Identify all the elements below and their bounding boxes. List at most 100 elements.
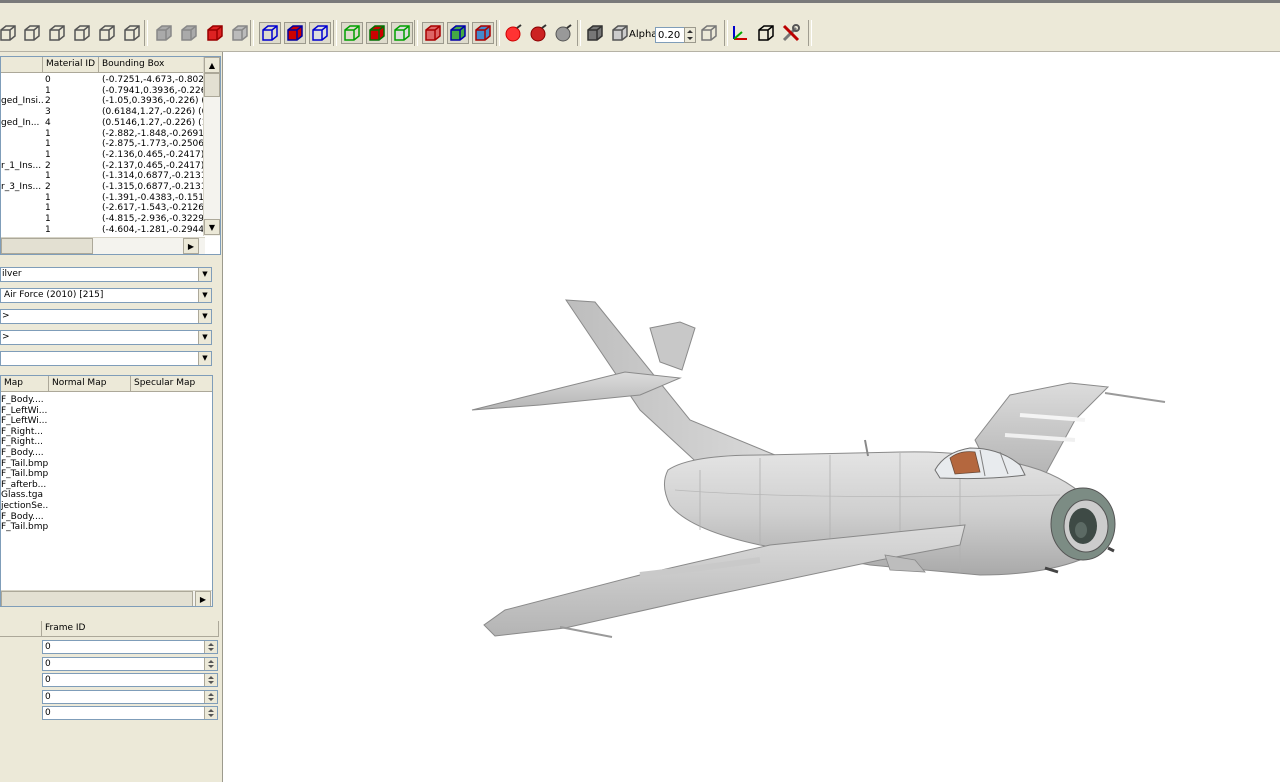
dark-cube-icon[interactable] bbox=[584, 22, 606, 44]
scroll-thumb[interactable] bbox=[204, 73, 220, 97]
frame-header-frame-id[interactable]: Frame ID bbox=[42, 621, 219, 637]
table-row[interactable]: r_3_Ins... 2 (-1.315,0.6877,-0.2131) bbox=[1, 182, 204, 193]
texture-map-cell[interactable]: F_Tail.bmp bbox=[1, 522, 49, 533]
table-row[interactable]: 1 (-4.604,-1.281,-0.2944) bbox=[1, 225, 204, 236]
table-row[interactable]: 1 (-2.617,-1.543,-0.2126) bbox=[1, 203, 204, 214]
view-cube-icon[interactable] bbox=[0, 22, 19, 44]
green-wireframe-cube-icon[interactable] bbox=[341, 22, 363, 44]
blue-outline-cube-icon[interactable] bbox=[309, 22, 331, 44]
combo-skin[interactable]: ilver ▼ bbox=[0, 267, 212, 282]
texture-shape-icon[interactable] bbox=[422, 22, 444, 44]
combo-livery[interactable]: Air Force (2010) [215] ▼ bbox=[0, 288, 212, 303]
table-row[interactable]: 1 (-2.875,-1.773,-0.2506) bbox=[1, 139, 204, 150]
view-cube-icon[interactable] bbox=[96, 22, 118, 44]
colored-cube-icon[interactable] bbox=[472, 22, 494, 44]
texture-map-cell[interactable]: F_Body.... bbox=[1, 512, 49, 523]
material-id: 2 bbox=[45, 182, 51, 192]
scroll-down-button[interactable]: ▼ bbox=[204, 219, 220, 235]
view-cube-icon[interactable] bbox=[46, 22, 68, 44]
hscroll-thumb[interactable] bbox=[1, 238, 93, 254]
texture-map-cell[interactable]: Glass.tga bbox=[1, 490, 49, 501]
texture-header-map[interactable]: Map bbox=[1, 376, 49, 392]
table-row[interactable]: ged_Insi... 2 (-1.05,0.3936,-0.226) (- bbox=[1, 96, 204, 107]
transparent-cube-icon[interactable] bbox=[698, 22, 720, 44]
texture-header-specular-map[interactable]: Specular Map bbox=[131, 376, 212, 392]
frame-id-spinner[interactable] bbox=[204, 707, 217, 720]
scroll-right-button[interactable]: ▶ bbox=[183, 238, 199, 254]
texture-header-normal-map[interactable]: Normal Map bbox=[49, 376, 131, 392]
scroll-up-button[interactable]: ▲ bbox=[204, 57, 220, 73]
table-row[interactable]: r_1_Ins... 2 (-2.137,0.465,-0.2417) ( bbox=[1, 161, 204, 172]
alpha-spinner[interactable] bbox=[684, 27, 696, 43]
table-row[interactable]: 1 (-2.882,-1.848,-0.2691) bbox=[1, 129, 204, 140]
texture-map-cell[interactable]: F_Right... bbox=[1, 437, 49, 448]
frame-id-spinner[interactable] bbox=[204, 641, 217, 653]
view-cube-icon[interactable] bbox=[71, 22, 93, 44]
hscroll-thumb[interactable] bbox=[1, 591, 193, 606]
frame-id-spinner[interactable] bbox=[204, 690, 217, 703]
blue-wireframe-cube-icon[interactable] bbox=[259, 22, 281, 44]
blue-solid-cube-icon[interactable] bbox=[284, 22, 306, 44]
view-cube-icon[interactable] bbox=[121, 22, 143, 44]
texture-map-cell[interactable]: F_Tail.bmp bbox=[1, 469, 49, 480]
texture-map-cell[interactable]: jectionSe... bbox=[1, 501, 49, 512]
box-outline-icon[interactable] bbox=[755, 22, 777, 44]
table-row[interactable]: 0 (-0.7251,-4.673,-0.8025 bbox=[1, 75, 204, 86]
view-cube-icon[interactable] bbox=[21, 22, 43, 44]
dropdown-arrow-icon[interactable]: ▼ bbox=[198, 310, 211, 323]
frame-id-spinner[interactable] bbox=[204, 657, 217, 670]
table-row[interactable]: 1 (-1.391,-0.4383,-0.1515 bbox=[1, 193, 204, 204]
3d-viewport[interactable] bbox=[224, 52, 1280, 782]
combo-option-5[interactable]: ▼ bbox=[0, 351, 212, 366]
frame-id-input[interactable]: 0 bbox=[42, 640, 218, 654]
texture-map-cell[interactable]: F_LeftWi... bbox=[1, 416, 49, 427]
frame-id-input[interactable]: 0 bbox=[42, 673, 218, 688]
texture-map-cell[interactable]: F_Tail.bmp bbox=[1, 459, 49, 470]
mesh-table-vscrollbar[interactable]: ▲ ▼ bbox=[203, 57, 220, 236]
table-row[interactable]: ged_In... 4 (0.5146,1.27,-0.226) (1. bbox=[1, 118, 204, 129]
frame-id-input[interactable]: 0 bbox=[42, 689, 218, 704]
texture-map-cell[interactable]: F_LeftWi... bbox=[1, 406, 49, 417]
red-target-icon[interactable] bbox=[503, 22, 525, 44]
texture-map-cell[interactable]: F_afterb... bbox=[1, 480, 49, 491]
solid-grey-cube-icon[interactable] bbox=[178, 22, 200, 44]
texture-map-cell[interactable]: F_Body.... bbox=[1, 395, 49, 406]
solid-grey-cube-icon[interactable] bbox=[153, 22, 175, 44]
mesh-table-header-name[interactable] bbox=[1, 57, 43, 73]
colored-box-icon[interactable] bbox=[447, 22, 469, 44]
mesh-table-header-bounding-box[interactable]: Bounding Box bbox=[99, 57, 204, 73]
bomb-icon[interactable] bbox=[528, 22, 550, 44]
table-row[interactable]: 1 (-1.314,0.6877,-0.2131) bbox=[1, 171, 204, 182]
red-cube-icon[interactable] bbox=[204, 22, 226, 44]
frame-id-input[interactable]: 0 bbox=[42, 656, 218, 671]
mesh-table-header-material-id[interactable]: Material ID bbox=[43, 57, 99, 73]
scroll-right-button[interactable]: ▶ bbox=[195, 591, 211, 606]
dropdown-arrow-icon[interactable]: ▼ bbox=[198, 268, 211, 281]
dropdown-arrow-icon[interactable]: ▼ bbox=[198, 289, 211, 302]
bomb-grey-icon[interactable] bbox=[553, 22, 575, 44]
frame-id-spinner[interactable] bbox=[204, 674, 217, 687]
texture-map-cell[interactable]: F_Body.... bbox=[1, 448, 49, 459]
texture-map-cell[interactable]: F_Right... bbox=[1, 427, 49, 438]
combo-option-3[interactable]: > ▼ bbox=[0, 309, 212, 324]
alpha-input[interactable]: 0.20 bbox=[655, 27, 685, 43]
axes-icon[interactable] bbox=[729, 22, 751, 44]
dropdown-arrow-icon[interactable]: ▼ bbox=[198, 352, 211, 365]
green-solid-cube-icon[interactable] bbox=[366, 22, 388, 44]
mesh-name: r_1_Ins... bbox=[1, 160, 42, 171]
table-row[interactable]: 1 (-4.815,-2.936,-0.3229) bbox=[1, 214, 204, 225]
light-cube-icon[interactable] bbox=[609, 22, 631, 44]
dropdown-arrow-icon[interactable]: ▼ bbox=[198, 331, 211, 344]
table-row[interactable]: 1 (-2.136,0.465,-0.2417) ( bbox=[1, 150, 204, 161]
table-row[interactable]: 3 (0.6184,1.27,-0.226) (0. bbox=[1, 107, 204, 118]
frame-header-name[interactable] bbox=[0, 621, 42, 637]
frame-id-input[interactable]: 0 bbox=[42, 706, 218, 721]
grey-cube-icon[interactable] bbox=[229, 22, 251, 44]
table-row[interactable]: 1 (-0.7941,0.3936,-0.226) bbox=[1, 86, 204, 97]
toolbar-separator bbox=[577, 20, 581, 46]
combo-option-4[interactable]: > ▼ bbox=[0, 330, 212, 345]
green-outline-cube-icon[interactable] bbox=[391, 22, 413, 44]
mesh-table-hscrollbar[interactable]: ▶ bbox=[1, 237, 205, 254]
texture-table-hscrollbar[interactable]: ▶ bbox=[1, 590, 212, 606]
tools-icon[interactable] bbox=[780, 22, 802, 44]
